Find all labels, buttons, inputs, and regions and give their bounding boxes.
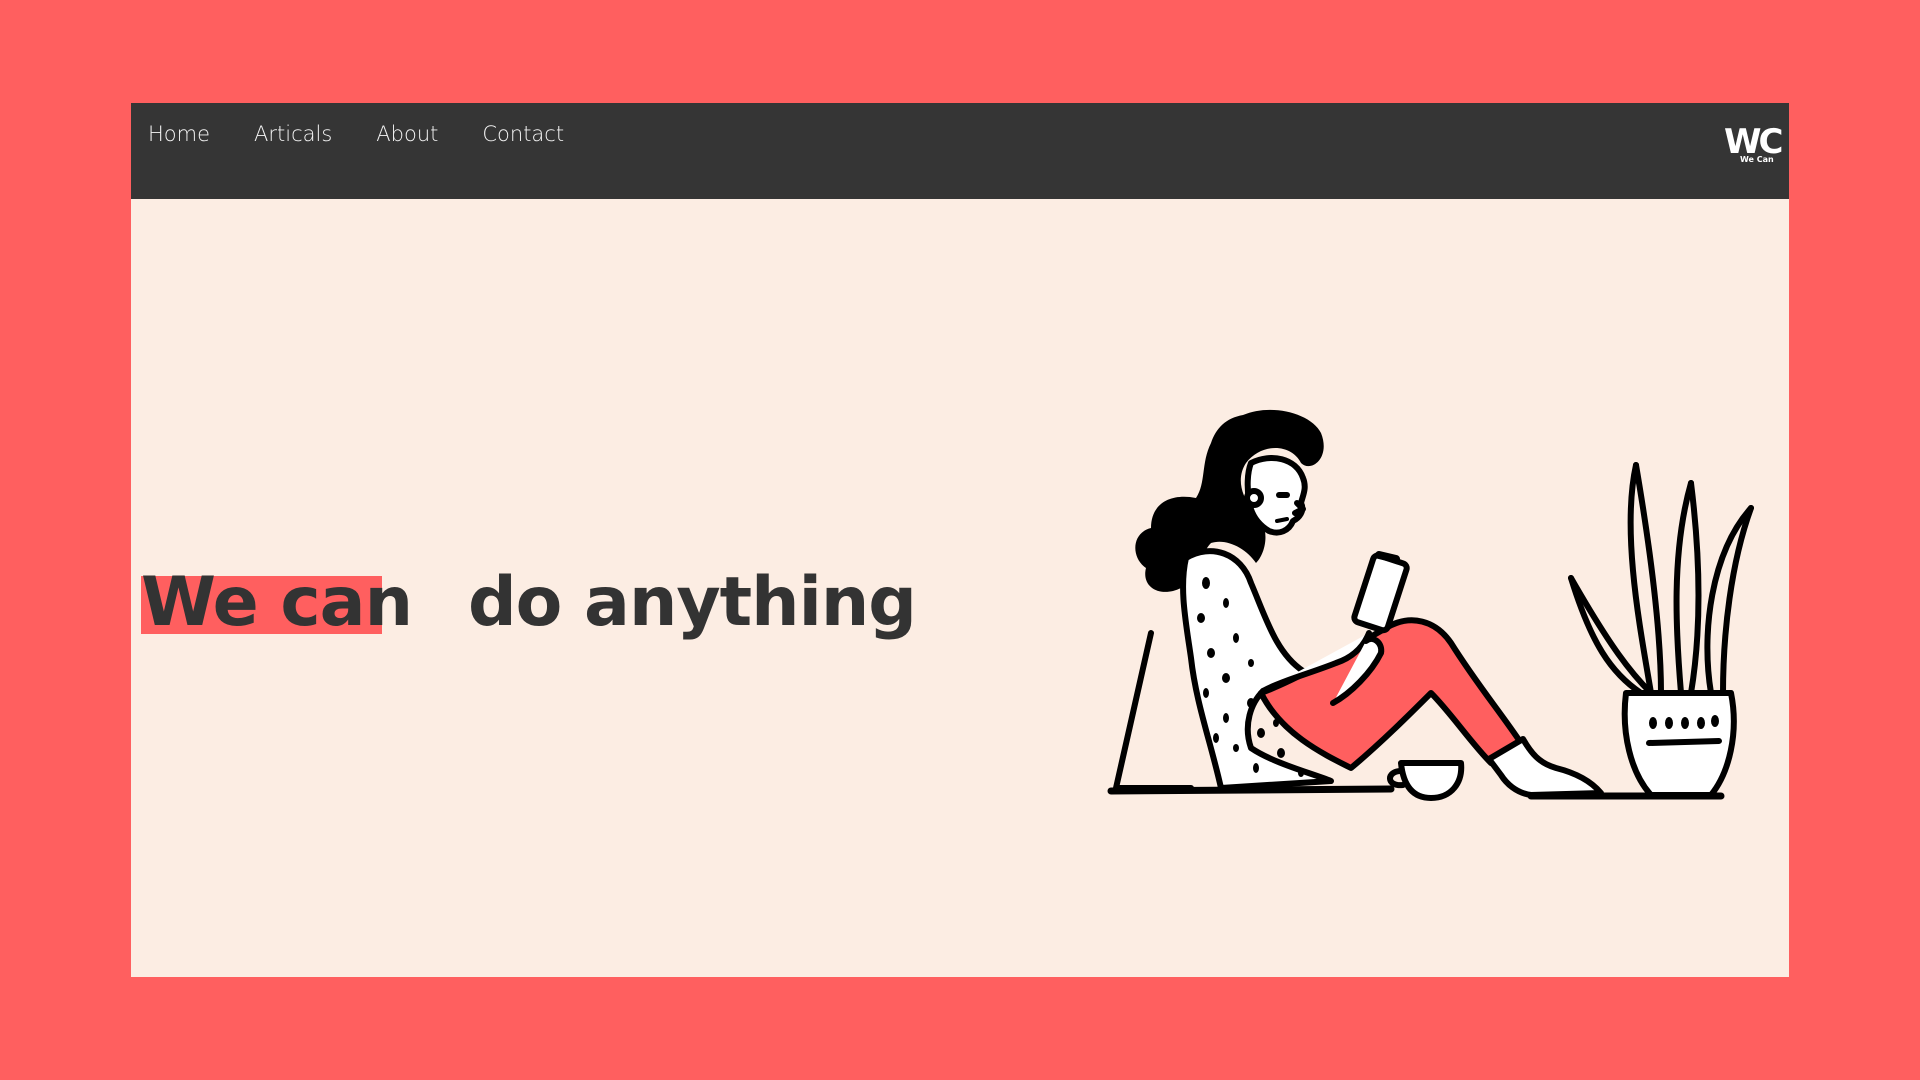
- plant-leaf-4: [1633, 462, 1664, 696]
- nav-link-home[interactable]: Home: [148, 116, 210, 152]
- nav-link-articals[interactable]: Articals: [254, 116, 332, 152]
- woman-reading-phone-illustration: [1107, 409, 1754, 801]
- nav-link-contact[interactable]: Contact: [482, 116, 564, 152]
- plant-leaf-6: [1688, 480, 1702, 696]
- floor-line: [1107, 785, 1395, 795]
- plant-leaf-8: [1720, 505, 1754, 696]
- hero-heading: We can do anything: [141, 562, 917, 642]
- foot-shape: [1486, 736, 1604, 798]
- cup-shape: [1398, 760, 1465, 801]
- top-navbar: Home Articals About Contact WC We Can: [131, 103, 1789, 199]
- plant-leaf-5: [1673, 480, 1694, 696]
- nav-links: Home Articals About Contact: [148, 116, 608, 152]
- logo[interactable]: WC We Can: [1724, 123, 1786, 165]
- page-frame: Home Articals About Contact WC We Can We…: [131, 103, 1789, 977]
- logo-tagline: We Can: [1740, 155, 1774, 164]
- phone-top: [1375, 551, 1400, 563]
- pot-line: [1646, 738, 1722, 746]
- hero-rest-text: do anything: [467, 562, 917, 642]
- mouth-shape: [1275, 517, 1289, 523]
- nav-link-about[interactable]: About: [376, 116, 438, 152]
- hero-highlight: We can: [141, 562, 413, 642]
- hero-highlight-text: We can: [141, 562, 413, 642]
- floor-cushion: [1113, 630, 1194, 791]
- ear-shape: [1244, 488, 1264, 508]
- pants-shape: [1258, 617, 1524, 771]
